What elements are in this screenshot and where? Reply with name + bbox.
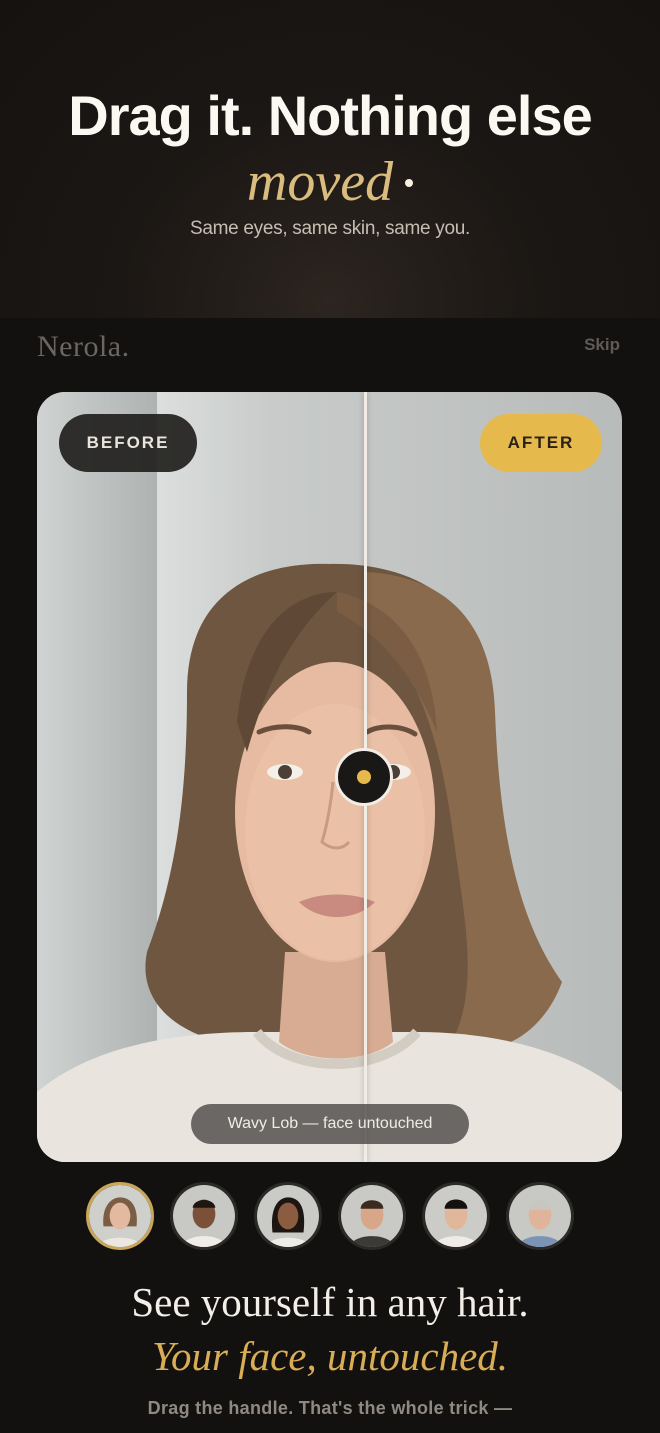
handle-knob-icon — [357, 770, 371, 784]
promo-accent-line: moved — [0, 150, 660, 214]
avatar-woman-brown-hair[interactable] — [86, 1182, 154, 1250]
drag-handle[interactable] — [335, 748, 393, 806]
app-header: Nerola. Skip — [0, 318, 660, 388]
promo-banner: Drag it. Nothing else moved Same eyes, s… — [0, 0, 660, 318]
brand-logo: Nerola. — [37, 330, 130, 363]
avatar-man-dark-skin[interactable] — [170, 1182, 238, 1250]
avatar-man-short-hair[interactable] — [338, 1182, 406, 1250]
promo-title: Drag it. Nothing else — [68, 84, 593, 147]
skip-button[interactable]: Skip — [584, 335, 620, 355]
avatar-woman-long-dark-hair[interactable] — [254, 1182, 322, 1250]
before-label: BEFORE — [59, 414, 197, 472]
avatar-older-man-gray-hair[interactable] — [506, 1182, 574, 1250]
dot-icon — [405, 179, 414, 188]
before-after-compare[interactable]: BEFORE AFTER Wavy Lob — face untouched — [37, 392, 622, 1162]
style-caption: Wavy Lob — face untouched — [191, 1104, 469, 1144]
portrait-image — [37, 563, 622, 1162]
avatar-man-black-hair[interactable] — [422, 1182, 490, 1250]
after-label: AFTER — [480, 414, 602, 472]
instruction-text: Drag the handle. That's the whole trick … — [147, 1398, 513, 1418]
avatar-selector — [0, 1182, 660, 1254]
headline: See yourself in any hair. — [131, 1279, 529, 1325]
headline-accent: Your face, untouched. — [151, 1333, 509, 1379]
promo-subtitle: Same eyes, same skin, same you. — [189, 218, 471, 239]
promo-accent-word: moved — [246, 151, 394, 213]
